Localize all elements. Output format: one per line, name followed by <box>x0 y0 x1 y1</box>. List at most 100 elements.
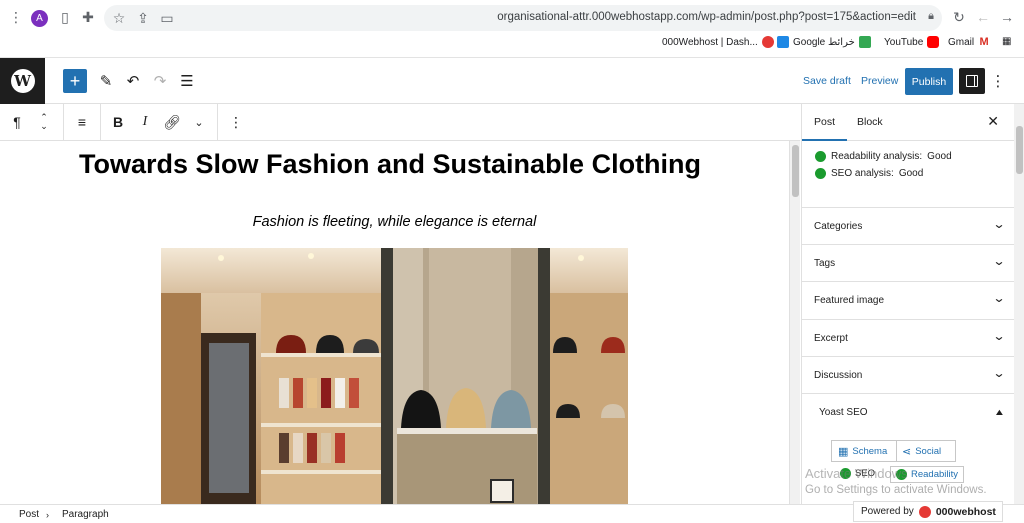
gmail-icon: M <box>978 36 991 48</box>
panel-tags[interactable]: Tags ⌄ <box>802 244 1014 281</box>
bookmarks-bar: 000Webhost | Dash... Google خرائط YouTub… <box>0 34 1024 54</box>
save-draft-button[interactable]: Save draft <box>803 75 851 87</box>
bookmark-google-maps[interactable]: Google خرائط <box>777 36 871 48</box>
url-text[interactable]: organisational-attr.000webhostapp.com/wp… <box>497 11 916 23</box>
block-toolbar: ¶ ⌃ ⌄ ≡ B I 🔗︎ ⌄ ⋮ <box>0 104 800 141</box>
panel-excerpt[interactable]: Excerpt ⌄ <box>802 319 1014 356</box>
yoast-tab-social[interactable]: ⋖ Social <box>902 445 941 458</box>
publish-button[interactable]: Publish <box>905 68 953 95</box>
boutique-image[interactable] <box>161 248 628 504</box>
breadcrumb-separator-icon: › <box>46 510 49 520</box>
forward-icon[interactable]: → <box>996 6 1018 28</box>
options-menu-icon[interactable]: ⋮ <box>989 69 1007 93</box>
bookmark-star-icon[interactable]: ☆ <box>108 7 130 29</box>
google-maps-icon <box>858 36 871 48</box>
yoast-tab-schema[interactable]: ▦ Schema <box>838 445 887 458</box>
close-icon[interactable]: ✕ <box>987 113 999 130</box>
bookmark-label: 000Webhost | Dash... <box>662 36 758 48</box>
panel-yoast-seo[interactable]: Yoast SEO ▲ <box>802 393 1014 430</box>
yoast-tab-label: Schema <box>852 446 888 457</box>
sidebar-panel-icon[interactable]: ▯ <box>54 6 76 28</box>
reload-icon[interactable]: ↻ <box>948 6 970 28</box>
document-overview-icon[interactable]: ☰ <box>175 69 199 93</box>
grid-icon: ▦ <box>838 446 849 458</box>
seo-label: SEO analysis: <box>831 168 894 179</box>
000webhost-logo-icon <box>918 505 931 518</box>
block-options-icon[interactable]: ⋮ <box>225 111 247 133</box>
tab-divider <box>896 441 897 461</box>
breadcrumb-post[interactable]: Post <box>19 509 39 520</box>
lock-icon[interactable]: 🔒︎ <box>928 10 934 23</box>
paragraph-icon[interactable]: ¶ <box>6 111 28 133</box>
editor-footer: Post › Paragraph Powered by 000webhost <box>0 501 1024 523</box>
chevron-down-icon: ⌄ <box>992 366 1006 380</box>
extensions-icon[interactable]: ✚ <box>77 6 99 28</box>
sidebar-tabs: Post Block ✕ <box>802 104 1024 141</box>
powered-by-badge[interactable]: Powered by 000webhost <box>853 501 1003 522</box>
yoast-tab-label: Social <box>915 446 942 457</box>
000webhost-icon <box>761 36 774 48</box>
back-icon[interactable]: ← <box>972 6 994 28</box>
panel-label: Categories <box>814 221 863 232</box>
bookmark-000webhost[interactable]: 000Webhost | Dash... <box>662 36 774 48</box>
seo-analysis: SEO analysis: Good <box>815 168 923 179</box>
bookmark-youtube[interactable]: YouTube <box>884 36 940 48</box>
omnibox-row: ⋮ A ▯ ✚ ☆ ⇪ ▭ organisational-attr.000web… <box>0 4 1024 32</box>
chevron-down-icon: ⌄ <box>992 254 1006 268</box>
bookmark-label: Google خرائط <box>793 36 855 48</box>
powered-by-label: Powered by <box>861 506 914 517</box>
share-icon[interactable]: ⇪ <box>132 7 154 29</box>
all-bookmarks-icon[interactable]: ▦ <box>1002 36 1011 47</box>
sidebar-scrollbar[interactable] <box>1014 104 1024 504</box>
breadcrumb-paragraph[interactable]: Paragraph <box>62 509 109 520</box>
bookmark-gmail[interactable]: Gmail M <box>948 36 991 48</box>
canvas-scroll-thumb[interactable] <box>792 145 799 197</box>
bookmark-label: Gmail <box>948 36 975 48</box>
align-icon[interactable]: ≡ <box>71 111 93 133</box>
post-quote-paragraph[interactable]: Fashion is fleeting, while elegance is e… <box>0 214 789 230</box>
preview-button[interactable]: Preview <box>861 75 898 87</box>
toolbar-divider <box>100 104 101 141</box>
tab-block[interactable]: Block <box>857 116 883 128</box>
panel-discussion[interactable]: Discussion ⌄ <box>802 356 1014 393</box>
address-bar[interactable]: ☆ ⇪ ▭ organisational-attr.000webhostapp.… <box>104 5 942 31</box>
wordpress-logo[interactable]: W <box>0 58 45 104</box>
italic-button[interactable]: I <box>134 111 156 133</box>
readability-label: Readability analysis: <box>831 151 923 162</box>
cast-icon[interactable]: ▭ <box>156 7 178 29</box>
smiley-good-icon <box>815 151 826 162</box>
browser-chrome: ⋮ A ▯ ✚ ☆ ⇪ ▭ organisational-attr.000web… <box>0 0 1024 58</box>
panel-categories[interactable]: Categories ⌄ <box>802 207 1014 244</box>
canvas-scrollbar[interactable] <box>789 141 800 504</box>
settings-sidebar: Post Block ✕ Readability analysis: Good … <box>801 104 1024 504</box>
link-icon[interactable]: 🔗︎ <box>161 111 183 133</box>
redo-icon[interactable]: ↷ <box>148 69 172 93</box>
bold-button[interactable]: B <box>107 111 129 133</box>
editor-header: W + ✎ ↶ ↷ ☰ Save draft Preview Publish ⋮ <box>0 58 1024 104</box>
activate-windows-title: Activate Windows <box>805 466 908 481</box>
panel-label: Excerpt <box>814 333 848 344</box>
active-tab-indicator <box>802 139 847 141</box>
panel-label: Featured image <box>814 295 885 306</box>
panel-featured-image[interactable]: Featured image ⌄ <box>802 281 1014 318</box>
sidebar-scroll-thumb[interactable] <box>1016 126 1023 174</box>
profile-avatar[interactable]: A <box>31 10 48 27</box>
chevron-down-icon: ⌄ <box>992 291 1006 305</box>
google-docs-icon <box>777 36 789 48</box>
more-rich-text-icon[interactable]: ⌄ <box>188 111 210 133</box>
tab-post[interactable]: Post <box>814 116 835 128</box>
post-title[interactable]: Towards Slow Fashion and Sustainable Clo… <box>79 149 701 180</box>
pencil-tools-icon[interactable]: ✎ <box>94 69 118 93</box>
more-vert-icon[interactable]: ⋮ <box>5 6 27 28</box>
seo-value: Good <box>898 168 924 179</box>
yoast-tab-label: Readability <box>911 469 958 480</box>
add-block-button[interactable]: + <box>63 69 87 93</box>
toolbar-divider <box>63 104 64 141</box>
panel-label: Tags <box>814 258 836 269</box>
powered-by-brand: 000webhost <box>935 505 996 518</box>
panel-label: Discussion <box>814 370 863 381</box>
undo-icon[interactable]: ↶ <box>121 69 145 93</box>
smiley-good-icon <box>815 168 826 179</box>
move-up-down-icon[interactable]: ⌃ ⌄ <box>33 111 55 133</box>
settings-toggle-button[interactable] <box>959 68 985 94</box>
